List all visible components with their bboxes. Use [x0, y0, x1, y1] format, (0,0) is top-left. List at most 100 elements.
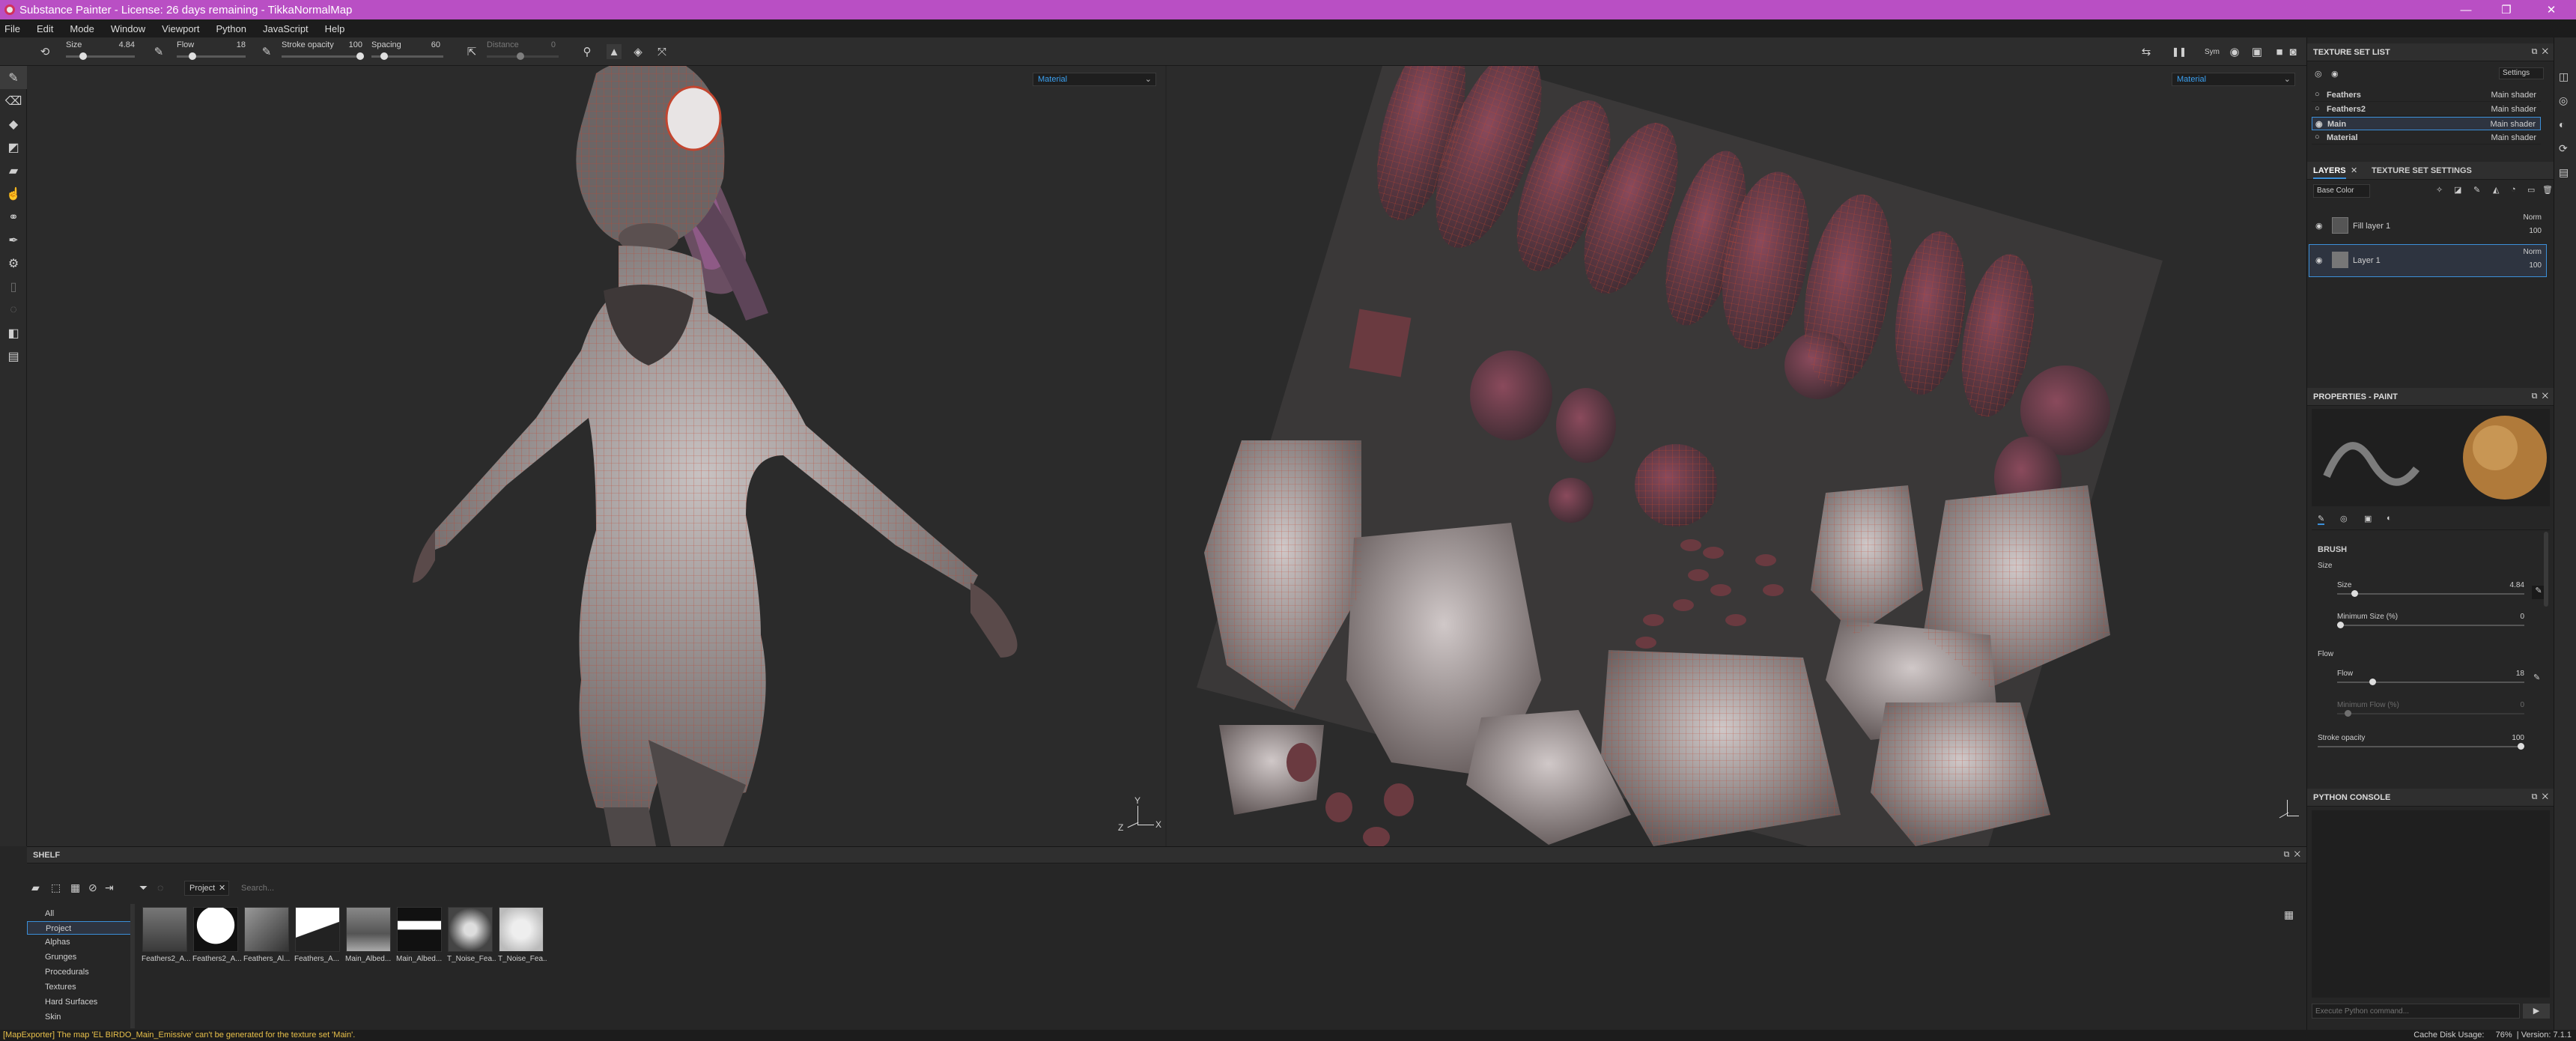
toolbar-flow-slider[interactable] [177, 52, 246, 60]
uv-projection-icon[interactable]: ⤧ [654, 44, 669, 59]
playback-pause-icon[interactable]: ❚❚ [2172, 44, 2187, 59]
visibility-icon[interactable]: ○ [2315, 90, 2320, 99]
export-icon[interactable]: ⇥ [105, 881, 114, 894]
menu-javascript[interactable]: JavaScript [263, 23, 309, 34]
texture-set-shader[interactable]: Main shader [2491, 133, 2536, 142]
target-icon[interactable]: ◌ [157, 881, 163, 893]
polygon-fill-tool-icon[interactable]: ▰ [0, 159, 27, 182]
close-button[interactable]: ✕ [2534, 0, 2569, 19]
annotation-tool-icon[interactable]: ▯ [0, 275, 27, 298]
pen-pressure-icon[interactable]: ✎ [151, 44, 166, 59]
export-plugin-icon[interactable]: ▤ [0, 345, 27, 368]
planar-projection-icon[interactable]: ◈ [631, 44, 645, 59]
layer-row-selected[interactable]: ◉ Layer 1 Norm 100 [2309, 244, 2547, 277]
texture-set-shader[interactable]: Main shader [2491, 105, 2536, 114]
eraser-tool-icon[interactable]: ⌫ [0, 89, 27, 112]
run-command-icon[interactable]: ▶ [2523, 1004, 2550, 1019]
properties-scrollbar[interactable] [2544, 532, 2548, 607]
add-smart-material-icon[interactable]: ◔ [2511, 185, 2516, 194]
texture-set-shader[interactable]: Main shader [2491, 91, 2536, 100]
add-mask-icon[interactable]: ◪ [2454, 185, 2461, 195]
category-scrollbar[interactable] [130, 904, 135, 1028]
slider-handle[interactable] [2369, 679, 2377, 685]
shelf-thumbnail[interactable]: Feathers2_A... [142, 907, 191, 963]
toolbar-spacing[interactable]: Spacing 60 [371, 40, 446, 63]
shelf-category-all[interactable]: All [27, 907, 132, 920]
shelf-category-skin[interactable]: Skin [27, 1010, 132, 1024]
add-fill-layer-icon[interactable]: ◭ [2493, 185, 2499, 195]
texture-set-row[interactable]: ○ Material Main shader [2312, 131, 2541, 145]
add-folder-icon[interactable]: ▭ [2527, 185, 2535, 195]
menu-mode[interactable]: Mode [70, 23, 94, 34]
geometry-fill-tool-icon[interactable]: ◩ [0, 136, 27, 159]
viewport-2d[interactable]: Material ⌄ [1167, 66, 2306, 846]
shelf-category-procedurals[interactable]: Procedurals [27, 965, 132, 979]
toolbar-spacing-slider[interactable] [371, 52, 443, 60]
folder-icon[interactable]: ▰ [31, 881, 40, 894]
eye-icon[interactable]: ◉ [2315, 255, 2323, 265]
smudge-tool-icon[interactable]: ☝ [0, 182, 27, 205]
delete-layer-icon[interactable]: 🗑 [2542, 185, 2553, 195]
toolbar-flow[interactable]: Flow 18 [177, 40, 252, 63]
viewport-layout-icon[interactable]: ▣ [2250, 44, 2264, 59]
minimize-button[interactable]: — [2449, 0, 2483, 19]
viewport-3d[interactable]: Material ⌄ Y X Z [27, 66, 1165, 846]
texture-set-row-selected[interactable]: ◉ Main Main shader [2312, 117, 2541, 130]
visibility-icon[interactable]: ○ [2315, 133, 2320, 142]
shelf-thumbnail[interactable]: T_Noise_Fea... [447, 907, 496, 963]
log-dock-icon[interactable]: ▤ [2559, 166, 2569, 179]
tab-close-icon[interactable]: ✕ [2351, 166, 2357, 175]
toolbar-stroke-opacity-slider[interactable] [282, 52, 364, 60]
menu-edit[interactable]: Edit [37, 23, 53, 34]
shelf-thumbnail[interactable]: Main_Albed... [396, 907, 442, 963]
character-model-render[interactable] [27, 66, 1165, 846]
python-command-input[interactable] [2312, 1004, 2520, 1019]
panel-float-close-icons[interactable]: ⧉ ✕ [2532, 792, 2548, 802]
measure-tool-icon[interactable]: ◌ [0, 298, 27, 321]
viewport2d-channel-dropdown[interactable]: Material ⌄ [2172, 73, 2295, 86]
shelf-category-grunges[interactable]: Grunges [27, 950, 132, 964]
texture-set-shader[interactable]: Main shader [2490, 120, 2536, 129]
shelf-category-textures[interactable]: Textures [27, 980, 132, 994]
shelf-category-project[interactable]: Project [27, 921, 132, 935]
menu-help[interactable]: Help [325, 23, 345, 34]
lazy-mouse-icon[interactable]: ⇱ [464, 44, 479, 59]
menu-window[interactable]: Window [111, 23, 145, 34]
stencil-tab-icon[interactable]: ▣ [2364, 514, 2372, 523]
layer-opacity[interactable]: 100 [2529, 227, 2542, 235]
shelf-category-alphas[interactable]: Alphas [27, 935, 132, 949]
layer-blend-mode[interactable]: Norm [2524, 248, 2542, 256]
shelf-thumbnail[interactable]: Feathers_A... [294, 907, 340, 963]
filter-icon[interactable]: ⏷ [139, 881, 148, 894]
tab-layers[interactable]: LAYERS [2313, 166, 2346, 179]
display-settings-icon[interactable]: ◉ [2227, 44, 2242, 59]
eye-off-icon[interactable]: ◎ [2315, 69, 2322, 79]
add-effect-icon[interactable]: ✧ [2436, 185, 2443, 195]
add-paint-layer-icon[interactable]: ✎ [2473, 185, 2480, 195]
python-plugin-icon[interactable]: ◧ [0, 321, 27, 345]
new-shelf-icon[interactable]: ⬚ [51, 881, 61, 894]
panel-float-close-icons[interactable]: ⧉ ✕ [2532, 392, 2548, 401]
panel-float-close-icons[interactable]: ⧉ ✕ [2284, 850, 2300, 860]
texture-set-row[interactable]: ○ Feathers2 Main shader [2312, 103, 2541, 116]
bake-tool-icon[interactable]: ⚙ [0, 252, 27, 275]
slider-handle[interactable] [2351, 590, 2359, 597]
import-icon[interactable]: ▦ [70, 881, 80, 894]
projection-tool-icon[interactable]: ◆ [0, 112, 27, 136]
alpha-tab-icon[interactable]: ◐ [2387, 514, 2392, 523]
layer-blend-mode[interactable]: Norm [2524, 213, 2542, 222]
material-tab-icon[interactable]: ◎ [2340, 514, 2348, 523]
shelf-thumbnail[interactable]: Main_Albed... [345, 907, 391, 963]
shelf-filter-tag[interactable]: Project ✕ [184, 881, 230, 896]
display-settings-dock-icon[interactable]: ◐ [2559, 118, 2565, 130]
hide-icon[interactable]: ⊘ [88, 881, 97, 894]
shelf-category-hard-surfaces[interactable]: Hard Surfaces [27, 995, 132, 1009]
shelf-thumbnail[interactable]: Feathers2_A... [192, 907, 242, 963]
menu-python[interactable]: Python [216, 23, 246, 34]
tag-close-icon[interactable]: ✕ [219, 883, 225, 893]
grid-view-icon[interactable]: ▦ [2284, 908, 2294, 921]
sym-toggle[interactable]: Sym [2202, 44, 2223, 59]
layer-opacity[interactable]: 100 [2529, 261, 2542, 270]
texture-set-row[interactable]: ○ Feathers Main shader [2312, 88, 2541, 102]
video-record-icon[interactable]: ■ [2272, 44, 2287, 59]
